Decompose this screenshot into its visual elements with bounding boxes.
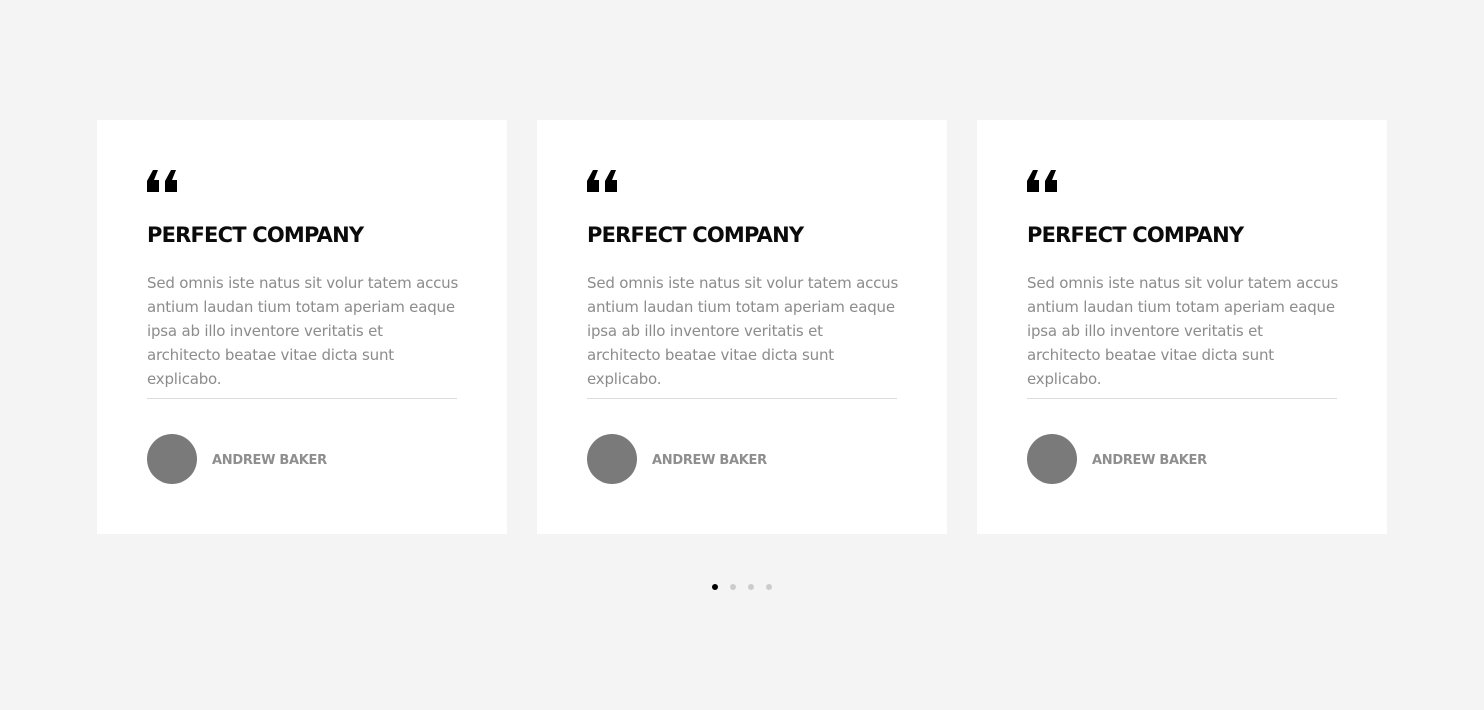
testimonial-text: Sed omnis iste natus sit volur tatem acc… (1027, 274, 1339, 388)
quote-icon (1027, 170, 1057, 192)
pagination-dot-1[interactable] (712, 584, 718, 590)
author-name: ANDREW BAKER (1092, 453, 1207, 468)
testimonial-carousel: PERFECT COMPANY Sed omnis iste natus sit… (97, 120, 1387, 534)
carousel-pagination (0, 583, 1484, 591)
divider (1027, 398, 1337, 399)
avatar (147, 434, 197, 484)
testimonial-title: PERFECT COMPANY (587, 223, 804, 247)
pagination-dot-4[interactable] (766, 584, 772, 590)
testimonial-text: Sed omnis iste natus sit volur tatem acc… (587, 274, 899, 388)
quote-icon (147, 170, 177, 192)
testimonial-title: PERFECT COMPANY (147, 223, 364, 247)
testimonial-card: PERFECT COMPANY Sed omnis iste natus sit… (97, 120, 507, 534)
divider (587, 398, 897, 399)
author-name: ANDREW BAKER (652, 453, 767, 468)
testimonial-author: ANDREW BAKER (587, 434, 767, 484)
testimonial-text: Sed omnis iste natus sit volur tatem acc… (147, 274, 459, 388)
divider (147, 398, 457, 399)
testimonial-author: ANDREW BAKER (1027, 434, 1207, 484)
testimonial-card: PERFECT COMPANY Sed omnis iste natus sit… (977, 120, 1387, 534)
testimonial-author: ANDREW BAKER (147, 434, 327, 484)
testimonial-card: PERFECT COMPANY Sed omnis iste natus sit… (537, 120, 947, 534)
pagination-dot-2[interactable] (730, 584, 736, 590)
quote-icon (587, 170, 617, 192)
author-name: ANDREW BAKER (212, 453, 327, 468)
pagination-dot-3[interactable] (748, 584, 754, 590)
testimonial-title: PERFECT COMPANY (1027, 223, 1244, 247)
avatar (587, 434, 637, 484)
avatar (1027, 434, 1077, 484)
